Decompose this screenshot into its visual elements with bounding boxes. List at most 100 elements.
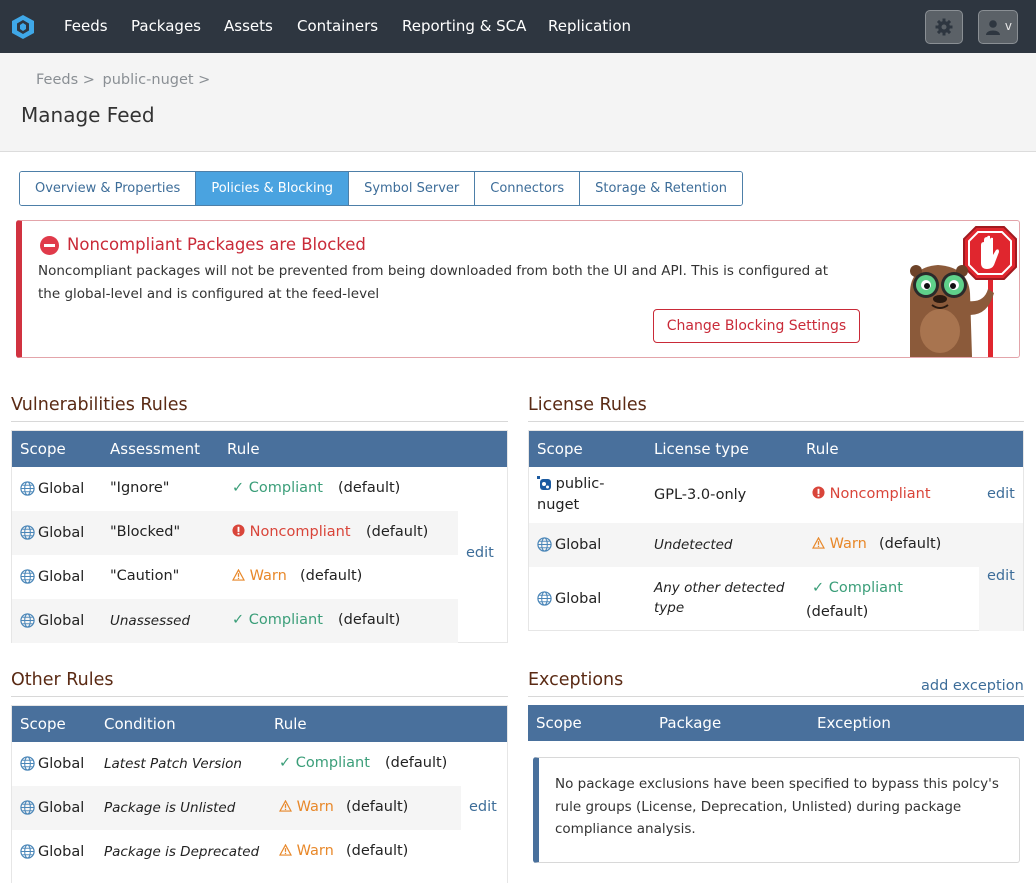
header-assessment: Assessment: [110, 440, 200, 458]
globe-icon: [20, 481, 35, 496]
scope-text: Global: [38, 756, 85, 772]
header-scope: Scope: [20, 715, 66, 733]
nav-packages[interactable]: Packages: [131, 17, 201, 35]
assessment-cell: "Caution": [110, 568, 180, 584]
tab-symbol-server[interactable]: Symbol Server: [349, 172, 476, 205]
rule-text: Compliant: [248, 612, 323, 628]
scope-text-line2: nuget: [537, 497, 580, 513]
nav-assets[interactable]: Assets: [224, 17, 273, 35]
tab-connectors[interactable]: Connectors: [475, 172, 581, 205]
header-rule: Rule: [227, 440, 260, 458]
user-menu-button[interactable]: v: [978, 10, 1018, 44]
condition-cell: Latest Patch Version: [104, 756, 242, 772]
warning-icon: [278, 843, 293, 856]
table-header: Scope Condition Rule: [12, 706, 507, 742]
settings-button[interactable]: [925, 10, 963, 44]
rule-text: Compliant: [295, 755, 370, 771]
warn-rule: Warn: [811, 536, 867, 552]
assessment-cell: "Ignore": [110, 480, 170, 496]
nav-feeds[interactable]: Feeds: [64, 17, 108, 35]
license-type-cell: Any other detected: [654, 580, 785, 596]
breadcrumb-feeds[interactable]: Feeds >: [36, 72, 95, 88]
assessment-cell: "Blocked": [110, 524, 181, 540]
header-scope: Scope: [20, 440, 66, 458]
gear-icon: [935, 18, 953, 36]
compliant-rule: ✓ Compliant: [232, 480, 323, 496]
scope-text: Global: [38, 613, 85, 629]
header-exception: Exception: [817, 714, 891, 732]
globe-icon: [20, 613, 35, 628]
table-row: Global "Blocked" Noncompliant (default): [12, 511, 458, 555]
globe-icon: [20, 756, 35, 771]
vulnerabilities-rules-title: Vulnerabilities Rules: [11, 395, 188, 415]
error-icon: [232, 524, 245, 537]
tab-policies-blocking[interactable]: Policies & Blocking: [196, 172, 350, 205]
table-row: Global Undetected Warn (default): [529, 523, 979, 567]
globe-icon: [20, 844, 35, 859]
edit-license-rule-link[interactable]: edit: [987, 486, 1015, 502]
section-divider: [11, 421, 508, 422]
compliant-rule: ✓ Compliant: [812, 580, 903, 596]
scope-text: Global: [555, 537, 602, 553]
breadcrumb-public-nuget[interactable]: public-nuget >: [103, 72, 211, 88]
add-exception-link[interactable]: add exception: [921, 678, 1024, 694]
edit-license-rules-link[interactable]: edit: [987, 568, 1015, 584]
table-row: Global "Ignore" ✓ Compliant (default): [12, 467, 507, 511]
noncompliant-rule: Noncompliant: [812, 486, 931, 502]
header-package: Package: [659, 714, 722, 732]
vulnerabilities-table: Scope Assessment Rule Global "Ignore" ✓ …: [11, 430, 508, 643]
chevron-down-icon: v: [1004, 19, 1012, 33]
condition-cell: Package is Deprecated: [104, 844, 260, 860]
default-label: (default): [879, 536, 942, 552]
exceptions-table-header: Scope Package Exception: [528, 705, 1024, 741]
breadcrumb: Feeds > public-nuget >: [36, 72, 213, 88]
warn-rule: Warn: [231, 568, 287, 584]
change-blocking-settings-button[interactable]: Change Blocking Settings: [653, 309, 860, 343]
scope-text: Global: [38, 844, 85, 860]
default-label: (default): [338, 612, 401, 628]
nav-containers[interactable]: Containers: [297, 17, 378, 35]
nav-replication[interactable]: Replication: [548, 17, 631, 35]
scope-cell: Global: [20, 481, 84, 497]
assessment-cell: Unassessed: [110, 613, 191, 629]
rule-text: Noncompliant: [249, 524, 351, 540]
rule-text: Compliant: [828, 580, 903, 596]
exceptions-title: Exceptions: [528, 670, 624, 690]
warn-rule: Warn: [278, 799, 334, 815]
globe-icon: [20, 569, 35, 584]
scope-text: public-: [555, 476, 605, 492]
license-type-cell-line2: type: [654, 600, 685, 616]
feed-tabs: Overview & Properties Policies & Blockin…: [19, 171, 744, 206]
page-header: Feeds > public-nuget > Manage Feed: [0, 53, 1036, 152]
blocked-icon: [40, 236, 59, 255]
alert-title: Noncompliant Packages are Blocked: [67, 235, 366, 254]
license-rules-title: License Rules: [528, 395, 647, 415]
nav-reporting-sca[interactable]: Reporting & SCA: [402, 17, 526, 35]
default-label: (default): [338, 480, 401, 496]
edit-other-rules-link[interactable]: edit: [469, 799, 497, 815]
error-icon: [812, 486, 825, 499]
table-row: Global "Caution" Warn (default): [12, 555, 458, 599]
header-condition: Condition: [104, 715, 176, 733]
header-scope: Scope: [537, 440, 583, 458]
table-row: public- nuget GPL-3.0-only Noncompliant …: [529, 467, 1023, 523]
tab-storage-retention[interactable]: Storage & Retention: [580, 172, 743, 205]
warning-icon: [231, 568, 246, 581]
default-label: (default): [366, 524, 429, 540]
proget-logo-icon[interactable]: [10, 14, 36, 40]
rule-text: Warn: [249, 568, 287, 584]
section-divider: [528, 696, 1024, 697]
table-row: Global Unassessed ✓ Compliant (default): [12, 599, 458, 643]
header-rule: Rule: [274, 715, 307, 733]
compliant-rule: ✓ Compliant: [279, 755, 370, 771]
edit-vulnerability-rules-link[interactable]: edit: [466, 545, 494, 561]
default-label: (default): [385, 755, 448, 771]
noncompliant-rule: Noncompliant: [232, 524, 351, 540]
header-scope: Scope: [536, 714, 582, 732]
top-nav: Feeds Packages Assets Containers Reporti…: [0, 0, 1036, 53]
table-row: Global Package is Unlisted Warn (default…: [12, 786, 461, 830]
blocking-alert: Noncompliant Packages are Blocked Noncom…: [16, 220, 1020, 358]
tab-overview-properties[interactable]: Overview & Properties: [20, 172, 197, 205]
scope-text: Global: [38, 525, 85, 541]
default-label: (default): [346, 799, 409, 815]
